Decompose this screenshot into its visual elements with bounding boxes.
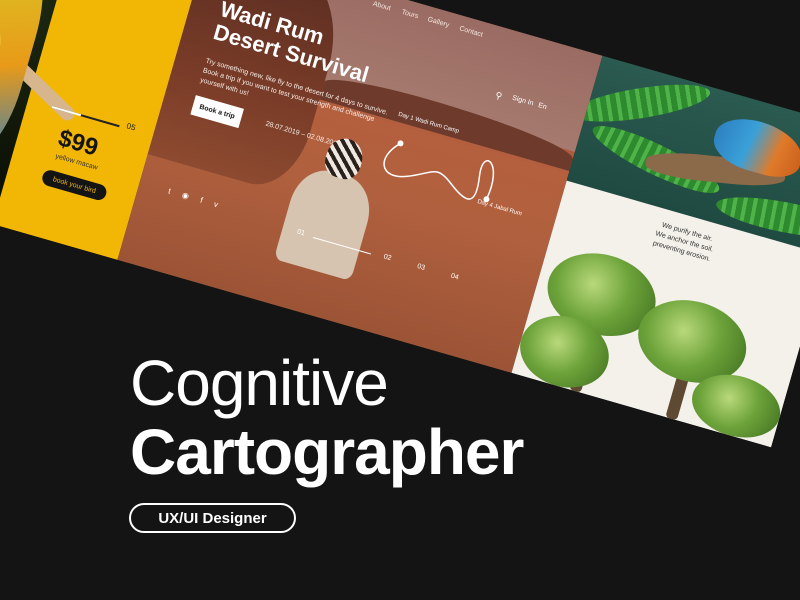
pager-04[interactable]: 04 — [450, 273, 459, 282]
book-bird-button[interactable]: book your bird — [40, 168, 109, 202]
headline-line-2: Cartographer — [130, 416, 524, 488]
portfolio-headline: Cognitive Cartographer — [130, 347, 524, 488]
role-badge: UX/UI Designer — [129, 503, 296, 533]
slide-number: 05 — [125, 121, 137, 133]
instagram-icon[interactable]: ◉ — [181, 190, 190, 201]
pager-03[interactable]: 03 — [416, 263, 425, 272]
twitter-icon[interactable]: t — [167, 186, 172, 195]
headline-line-1: Cognitive — [130, 347, 389, 419]
facebook-icon[interactable]: f — [199, 196, 204, 205]
vimeo-icon[interactable]: v — [213, 200, 219, 210]
social-links: t ◉ f v — [167, 186, 219, 209]
pager-02[interactable]: 02 — [383, 253, 392, 262]
